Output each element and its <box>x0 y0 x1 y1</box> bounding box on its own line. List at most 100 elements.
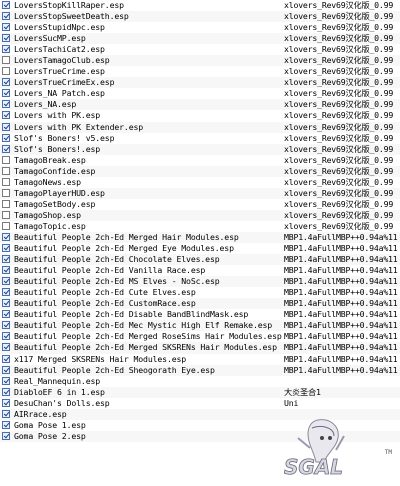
plugin-row[interactable]: LoversStopKillRaper.esp xlovers_Rev69汉化版_… <box>0 0 400 11</box>
plugin-source: xlovers_Rev69汉化版_0.99 <box>284 121 394 132</box>
plugin-row[interactable]: Beautiful People 2ch-Ed Mec Mystic High … <box>0 320 400 332</box>
plugin-row[interactable]: Slof's Boners!.esp xlovers_Rev69汉化版_0.99 <box>0 143 400 155</box>
plugin-filename: TamagoPlayerHUD.esp <box>14 187 105 198</box>
plugin-checkbox[interactable] <box>2 376 10 385</box>
plugin-filename: TamagoConfide.esp <box>14 165 96 176</box>
plugin-row[interactable]: Real_Mannequin.esp <box>0 376 400 387</box>
plugin-checkbox[interactable] <box>2 420 10 429</box>
plugin-checkbox[interactable] <box>2 89 10 98</box>
plugin-row[interactable]: Beautiful People 2ch-Ed Sheogorath Eye.e… <box>0 364 400 376</box>
plugin-row[interactable]: Beautiful People 2ch-Ed Merged Eye Modul… <box>0 243 400 254</box>
plugin-row[interactable]: Beautiful People 2ch-Ed Merged RoseSims … <box>0 331 400 342</box>
plugin-row[interactable]: TamagoShop.esp xlovers_Rev69汉化版_0.99 <box>0 209 400 221</box>
plugin-checkbox[interactable] <box>2 321 10 330</box>
plugin-checkbox[interactable] <box>2 409 10 418</box>
plugin-row[interactable]: LoversStupidNpc.esp xlovers_Rev69汉化版_0.99 <box>0 22 400 33</box>
plugin-checkbox[interactable] <box>2 387 10 396</box>
plugin-checkbox[interactable] <box>2 78 10 87</box>
plugin-row[interactable]: Beautiful People 2ch-Ed Merged SKSRENs H… <box>0 342 400 354</box>
plugin-row[interactable]: Lovers with PK Extender.esp xlovers_Rev69… <box>0 121 400 133</box>
plugin-checkbox[interactable] <box>2 354 10 363</box>
plugin-row[interactable]: Lovers_NA.esp xlovers_Rev69汉化版_0.99 <box>0 99 400 111</box>
plugin-checkbox[interactable] <box>2 221 10 230</box>
plugin-checkbox[interactable] <box>2 310 10 319</box>
plugin-checkbox[interactable] <box>2 166 10 175</box>
plugin-checkbox[interactable] <box>2 155 10 164</box>
plugin-filename: LoversTamagoClub.esp <box>14 55 110 66</box>
plugin-source: xlovers_Rev69汉化版_0.99 <box>284 22 394 33</box>
plugin-checkbox[interactable] <box>2 111 10 120</box>
plugin-filename: Beautiful People 2ch-Ed Chocolate Elves.… <box>14 254 220 265</box>
plugin-source: xlovers_Rev69汉化版_0.99 <box>284 165 394 176</box>
plugin-filename: Beautiful People 2ch-Ed Vanilla Race.esp <box>14 265 206 276</box>
plugin-row[interactable]: Lovers_NA Patch.esp xlovers_Rev69汉化版_0.99 <box>0 88 400 99</box>
plugin-row[interactable]: LoversTrueCrime.esp xlovers_Rev69汉化版_0.99 <box>0 66 400 77</box>
plugin-checkbox[interactable] <box>2 431 10 440</box>
plugin-checkbox[interactable] <box>2 266 10 275</box>
plugin-row[interactable]: DesuChan's Dolls.esp Uni <box>0 398 400 409</box>
plugin-checkbox[interactable] <box>2 177 10 186</box>
sgal-watermark-logo: SGAL TM <box>278 418 392 479</box>
plugin-filename: Beautiful People 2ch-Ed Disable BandBlin… <box>14 309 249 320</box>
plugin-row[interactable]: Beautiful People 2ch-Ed Merged Hair Modu… <box>0 231 400 244</box>
plugin-filename: AIRrace.esp <box>14 408 67 419</box>
plugin-checkbox[interactable] <box>2 232 10 241</box>
plugin-source: xlovers_Rev69汉化版_0.99 <box>284 99 394 110</box>
plugin-row[interactable]: Slof's Boners! v5.esp xlovers_Rev69汉化版_0.… <box>0 133 400 144</box>
plugin-row[interactable]: Beautiful People 2ch-Ed Chocolate Elves.… <box>0 254 400 266</box>
plugin-row[interactable]: Beautiful People 2ch-Ed Vanilla Race.esp… <box>0 265 400 276</box>
plugin-checkbox[interactable] <box>2 1 10 9</box>
plugin-checkbox[interactable] <box>2 56 10 65</box>
plugin-row[interactable]: x117 Merged SKSRENs Hair Modules.esp MBP1… <box>0 354 400 365</box>
plugin-source: xlovers_Rev69汉化版_0.99 <box>284 44 394 55</box>
plugin-checkbox[interactable] <box>2 67 10 76</box>
plugin-row[interactable]: LoversTrueCrimeEx.esp xlovers_Rev69汉化版_0.… <box>0 77 400 89</box>
plugin-checkbox[interactable] <box>2 34 10 43</box>
plugin-source: xlovers_Rev69汉化版_0.99 <box>284 220 394 231</box>
plugin-row[interactable]: TamagoSetBody.esp xlovers_Rev69汉化版_0.99 <box>0 199 400 210</box>
plugin-checkbox[interactable] <box>2 122 10 131</box>
plugin-checkbox[interactable] <box>2 210 10 219</box>
plugin-source: MBP1.4aFullMBP++0.94a%11 <box>284 298 398 309</box>
plugin-filename: LoversTrueCrime.esp <box>14 66 105 77</box>
plugin-row[interactable]: Beautiful People 2ch-Ed MS Elves - NoSc.… <box>0 276 400 288</box>
plugin-row[interactable]: LoversSucMP.esp xlovers_Rev69汉化版_0.99 <box>0 33 400 45</box>
plugin-row[interactable]: TamagoConfide.esp xlovers_Rev69汉化版_0.99 <box>0 165 400 177</box>
plugin-checkbox[interactable] <box>2 133 10 142</box>
plugin-row[interactable]: Beautiful People 2ch-Ed CustomRace.esp MB… <box>0 298 400 310</box>
plugin-filename: TamagoSetBody.esp <box>14 198 96 209</box>
plugin-checkbox[interactable] <box>2 255 10 264</box>
plugin-checkbox[interactable] <box>2 398 10 407</box>
plugin-checkbox[interactable] <box>2 288 10 297</box>
plugin-checkbox[interactable] <box>2 244 10 253</box>
plugin-row[interactable]: TamagoBreak.esp xlovers_Rev69汉化版_0.99 <box>0 155 400 166</box>
plugin-row[interactable]: TamagoPlayerHUD.esp xlovers_Rev69汉化版_0.99 <box>0 187 400 199</box>
plugin-row[interactable]: TamagoTopic.esp xlovers_Rev69汉化版_0.99 <box>0 221 400 232</box>
plugin-checkbox[interactable] <box>2 100 10 109</box>
plugin-source: xlovers_Rev69汉化版_0.99 <box>284 33 394 44</box>
plugin-checkbox[interactable] <box>2 365 10 374</box>
plugin-filename: LoversSucMP.esp <box>14 33 86 44</box>
plugin-checkbox[interactable] <box>2 332 10 341</box>
plugin-row[interactable]: LoversTachiCat2.esp xlovers_Rev69汉化版_0.99 <box>0 44 400 55</box>
plugin-checkbox[interactable] <box>2 45 10 54</box>
plugin-checkbox[interactable] <box>2 299 10 308</box>
plugin-row[interactable]: Beautiful People 2ch-Ed Disable BandBlin… <box>0 309 400 320</box>
plugin-source: xlovers_Rev69汉化版_0.99 <box>284 154 394 165</box>
plugin-filename: Beautiful People 2ch-Ed Mec Mystic High … <box>14 320 273 331</box>
plugin-checkbox[interactable] <box>2 199 10 208</box>
plugin-checkbox[interactable] <box>2 343 10 352</box>
plugin-checkbox[interactable] <box>2 144 10 153</box>
plugin-row[interactable]: LoversTamagoClub.esp xlovers_Rev69汉化版_0.9… <box>0 55 400 67</box>
plugin-checkbox[interactable] <box>2 277 10 286</box>
plugin-row[interactable]: LoversStopSweetDeath.esp xlovers_Rev69汉化版… <box>0 11 400 23</box>
plugin-checkbox[interactable] <box>2 23 10 32</box>
plugin-filename: LoversStupidNpc.esp <box>14 22 105 33</box>
plugin-row[interactable]: DiabloEF 6 in 1.esp 大炎圣合1 <box>0 386 400 398</box>
plugin-row[interactable]: Beautiful People 2ch-Ed Cute Elves.esp MB… <box>0 287 400 298</box>
plugin-checkbox[interactable] <box>2 12 10 21</box>
plugin-row[interactable]: TamagoNews.esp xlovers_Rev69汉化版_0.99 <box>0 177 400 188</box>
plugin-row[interactable]: Lovers with PK.esp xlovers_Rev69汉化版_0.99 <box>0 110 400 121</box>
plugin-filename: Lovers_NA.esp <box>14 99 77 110</box>
plugin-checkbox[interactable] <box>2 188 10 197</box>
